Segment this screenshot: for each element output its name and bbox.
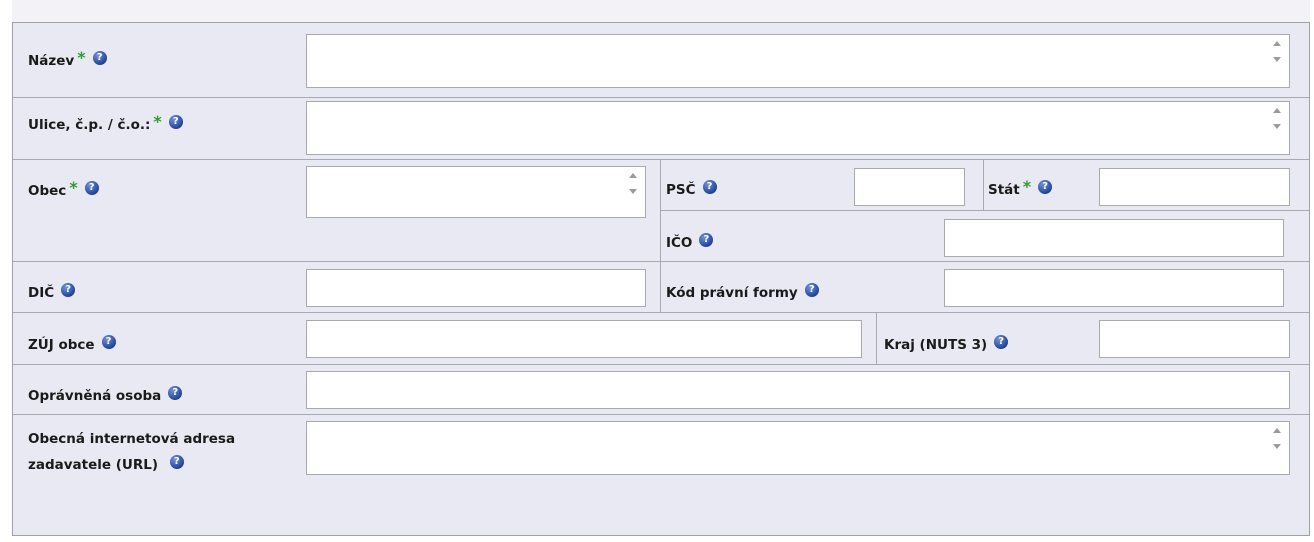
help-icon[interactable]: ? — [84, 181, 99, 195]
ico-label-text: IČO — [666, 235, 693, 251]
dic-field — [306, 269, 646, 307]
psc-label-text: PSČ — [666, 182, 696, 198]
kod-pravni-formy-field — [944, 269, 1284, 307]
url-label-line2: zadavatele (URL) — [28, 457, 159, 473]
stat-label: Stát * ? — [988, 177, 1053, 203]
psc-field — [854, 168, 965, 206]
scroll-down-icon[interactable] — [1273, 444, 1281, 449]
url-label: Obecná internetová adresa zadavatele (UR… — [28, 426, 298, 478]
required-mark: * — [77, 48, 86, 67]
ulice-textarea[interactable] — [307, 102, 1289, 154]
textarea-scroll-arrows[interactable] — [1271, 428, 1283, 449]
scroll-down-icon[interactable] — [629, 189, 637, 194]
help-icon[interactable]: ? — [61, 283, 76, 297]
row-divider — [13, 364, 1309, 365]
opravnena-osoba-label-text: Oprávněná osoba — [28, 388, 162, 404]
textarea-scroll-arrows[interactable] — [627, 173, 639, 194]
row-divider — [13, 261, 1309, 262]
ulice-label: Ulice, č.p. / č.o.: * ? — [28, 112, 183, 138]
obec-textarea[interactable] — [307, 167, 645, 217]
row-divider — [13, 159, 1309, 160]
kraj-field — [1099, 320, 1290, 358]
help-icon[interactable]: ? — [804, 283, 819, 297]
obec-label-text: Obec — [28, 183, 67, 199]
row-divider — [13, 414, 1309, 415]
help-icon[interactable]: ? — [168, 386, 183, 400]
help-icon[interactable]: ? — [101, 335, 116, 349]
help-icon[interactable]: ? — [699, 233, 714, 247]
help-icon[interactable]: ? — [169, 455, 184, 469]
ulice-label-text: Ulice, č.p. / č.o.: — [28, 117, 151, 133]
stat-input[interactable] — [1100, 169, 1289, 205]
zuj-obce-input[interactable] — [307, 321, 861, 357]
nazev-label-text: Název — [28, 53, 75, 69]
dic-label-text: DIČ — [28, 285, 55, 301]
scroll-up-icon[interactable] — [1273, 428, 1281, 433]
required-mark: * — [69, 178, 78, 197]
help-icon[interactable]: ? — [1038, 180, 1053, 194]
obec-field — [306, 166, 646, 218]
textarea-scroll-arrows[interactable] — [1271, 41, 1283, 62]
stat-field — [1099, 168, 1290, 206]
column-divider — [876, 312, 877, 364]
column-divider — [983, 159, 984, 210]
top-strip — [12, 0, 1310, 22]
url-textarea[interactable] — [307, 422, 1289, 474]
row-divider — [13, 97, 1309, 98]
row-divider — [660, 210, 1309, 211]
column-divider — [660, 159, 661, 312]
kraj-label-text: Kraj (NUTS 3) — [884, 337, 988, 353]
required-mark: * — [1022, 177, 1032, 196]
nazev-field — [306, 34, 1290, 88]
stat-label-text: Stát — [988, 182, 1020, 198]
dic-label: DIČ ? — [28, 280, 76, 306]
kod-pravni-formy-input[interactable] — [945, 270, 1283, 306]
ulice-field — [306, 101, 1290, 155]
url-field — [306, 421, 1290, 475]
scroll-up-icon[interactable] — [1273, 41, 1281, 46]
row-divider — [13, 312, 1309, 313]
psc-input[interactable] — [855, 169, 964, 205]
opravnena-osoba-label: Oprávněná osoba ? — [28, 383, 183, 409]
url-label-line1: Obecná internetová adresa — [28, 431, 236, 447]
kod-pravni-formy-label: Kód právní formy ? — [666, 280, 819, 306]
kod-pravni-formy-label-text: Kód právní formy — [666, 285, 798, 301]
obec-label: Obec * ? — [28, 178, 99, 204]
required-mark: * — [153, 112, 162, 131]
scroll-down-icon[interactable] — [1273, 124, 1281, 129]
kraj-input[interactable] — [1100, 321, 1289, 357]
help-icon[interactable]: ? — [92, 51, 107, 65]
help-icon[interactable]: ? — [702, 180, 717, 194]
url-label-line2-wrap: zadavatele (URL) ? — [28, 452, 298, 478]
scroll-down-icon[interactable] — [1273, 57, 1281, 62]
dic-input[interactable] — [307, 270, 645, 306]
scroll-up-icon[interactable] — [1273, 108, 1281, 113]
textarea-scroll-arrows[interactable] — [1271, 108, 1283, 129]
zuj-obce-label: ZÚJ obce ? — [28, 332, 116, 358]
scroll-up-icon[interactable] — [629, 173, 637, 178]
psc-label: PSČ ? — [666, 177, 717, 203]
ico-field — [944, 219, 1284, 257]
nazev-textarea[interactable] — [307, 35, 1289, 87]
opravnena-osoba-input[interactable] — [307, 372, 1289, 408]
kraj-label: Kraj (NUTS 3) ? — [884, 332, 1009, 358]
ico-input[interactable] — [945, 220, 1283, 256]
zuj-obce-label-text: ZÚJ obce — [28, 337, 95, 353]
help-icon[interactable]: ? — [168, 115, 183, 129]
opravnena-osoba-field — [306, 371, 1290, 409]
zuj-obce-field — [306, 320, 862, 358]
help-icon[interactable]: ? — [994, 335, 1009, 349]
ico-label: IČO ? — [666, 230, 714, 256]
nazev-label: Název * ? — [28, 48, 107, 74]
